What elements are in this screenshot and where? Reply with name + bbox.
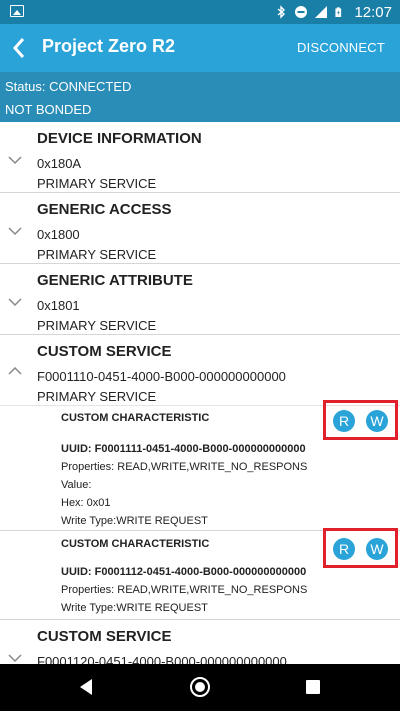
chevron-down-icon bbox=[8, 156, 22, 165]
disconnect-button[interactable]: DISCONNECT bbox=[297, 40, 385, 55]
service-item-custom-service[interactable]: CUSTOM SERVICE F0001110-0451-4000-B000-0… bbox=[0, 335, 400, 406]
service-name: CUSTOM SERVICE bbox=[37, 628, 172, 645]
bond-status: NOT BONDED bbox=[5, 102, 92, 117]
characteristic-uuid: UUID: F0001111-0451-4000-B000-0000000000… bbox=[61, 443, 306, 455]
read-write-highlight: R W bbox=[323, 400, 398, 440]
characteristic-hex: Hex: 0x01 bbox=[61, 497, 111, 509]
chevron-down-icon bbox=[8, 298, 22, 307]
nav-recents-icon[interactable] bbox=[306, 680, 320, 694]
connection-status-band: Status: CONNECTED NOT BONDED bbox=[0, 72, 400, 122]
characteristic-properties: Properties: READ,WRITE,WRITE_NO_RESPONS bbox=[61, 461, 308, 473]
nav-back-icon[interactable] bbox=[80, 679, 92, 695]
characteristic-write-type: Write Type:WRITE REQUEST bbox=[61, 515, 208, 527]
back-arrow-icon[interactable] bbox=[8, 34, 32, 62]
service-uuid: 0x1801 bbox=[37, 298, 80, 313]
service-list: DEVICE INFORMATION 0x180A PRIMARY SERVIC… bbox=[0, 122, 400, 664]
service-uuid: 0x1800 bbox=[37, 227, 80, 242]
service-type: PRIMARY SERVICE bbox=[37, 247, 157, 262]
service-name: CUSTOM SERVICE bbox=[37, 343, 172, 360]
characteristic-name: CUSTOM CHARACTERISTIC bbox=[61, 412, 210, 424]
characteristic-item[interactable]: CUSTOM CHARACTERISTIC R W UUID: F0001111… bbox=[0, 400, 400, 531]
image-icon bbox=[10, 5, 24, 17]
characteristic-uuid: UUID: F0001112-0451-4000-B000-0000000000… bbox=[61, 566, 307, 578]
service-uuid: F0001120-0451-4000-B000-000000000000 bbox=[37, 654, 287, 664]
do-not-disturb-icon bbox=[295, 6, 308, 18]
service-item-custom-service[interactable]: CUSTOM SERVICE F0001120-0451-4000-B000-0… bbox=[0, 620, 400, 664]
app-bar: Project Zero R2 DISCONNECT bbox=[0, 24, 400, 72]
service-type: PRIMARY SERVICE bbox=[37, 176, 157, 191]
read-button[interactable]: R bbox=[333, 538, 355, 560]
chevron-down-icon bbox=[8, 227, 22, 236]
connection-status: Status: CONNECTED bbox=[5, 79, 132, 94]
characteristic-properties: Properties: READ,WRITE,WRITE_NO_RESPONS bbox=[61, 584, 308, 596]
service-type: PRIMARY SERVICE bbox=[37, 389, 157, 404]
write-button[interactable]: W bbox=[366, 538, 388, 560]
battery-icon bbox=[335, 7, 342, 17]
system-navigation-bar bbox=[0, 664, 400, 711]
characteristic-name: CUSTOM CHARACTERISTIC bbox=[61, 538, 210, 550]
status-icons: 12:07 bbox=[274, 3, 392, 21]
characteristic-write-type: Write Type:WRITE REQUEST bbox=[61, 602, 208, 614]
write-button[interactable]: W bbox=[366, 410, 388, 432]
service-item-device-information[interactable]: DEVICE INFORMATION 0x180A PRIMARY SERVIC… bbox=[0, 122, 400, 193]
bluetooth-icon bbox=[278, 5, 286, 19]
nav-home-icon[interactable] bbox=[190, 677, 210, 697]
service-name: GENERIC ATTRIBUTE bbox=[37, 272, 193, 289]
system-status-bar: 12:07 bbox=[0, 0, 400, 24]
service-name: DEVICE INFORMATION bbox=[37, 130, 202, 147]
read-button[interactable]: R bbox=[333, 410, 355, 432]
service-uuid: 0x180A bbox=[37, 156, 82, 171]
chevron-down-icon bbox=[8, 654, 22, 663]
clock: 12:07 bbox=[354, 3, 392, 21]
page-title: Project Zero R2 bbox=[42, 36, 176, 56]
signal-icon bbox=[315, 6, 328, 18]
service-uuid: F0001110-0451-4000-B000-000000000000 bbox=[37, 369, 286, 384]
service-item-generic-attribute[interactable]: GENERIC ATTRIBUTE 0x1801 PRIMARY SERVICE bbox=[0, 264, 400, 335]
service-name: GENERIC ACCESS bbox=[37, 201, 172, 218]
service-item-generic-access[interactable]: GENERIC ACCESS 0x1800 PRIMARY SERVICE bbox=[0, 193, 400, 264]
service-type: PRIMARY SERVICE bbox=[37, 318, 157, 333]
chevron-up-icon bbox=[8, 366, 22, 375]
read-write-highlight: R W bbox=[323, 528, 398, 568]
characteristic-item[interactable]: CUSTOM CHARACTERISTIC R W UUID: F0001112… bbox=[0, 528, 400, 620]
characteristic-value: Value: bbox=[61, 479, 92, 491]
